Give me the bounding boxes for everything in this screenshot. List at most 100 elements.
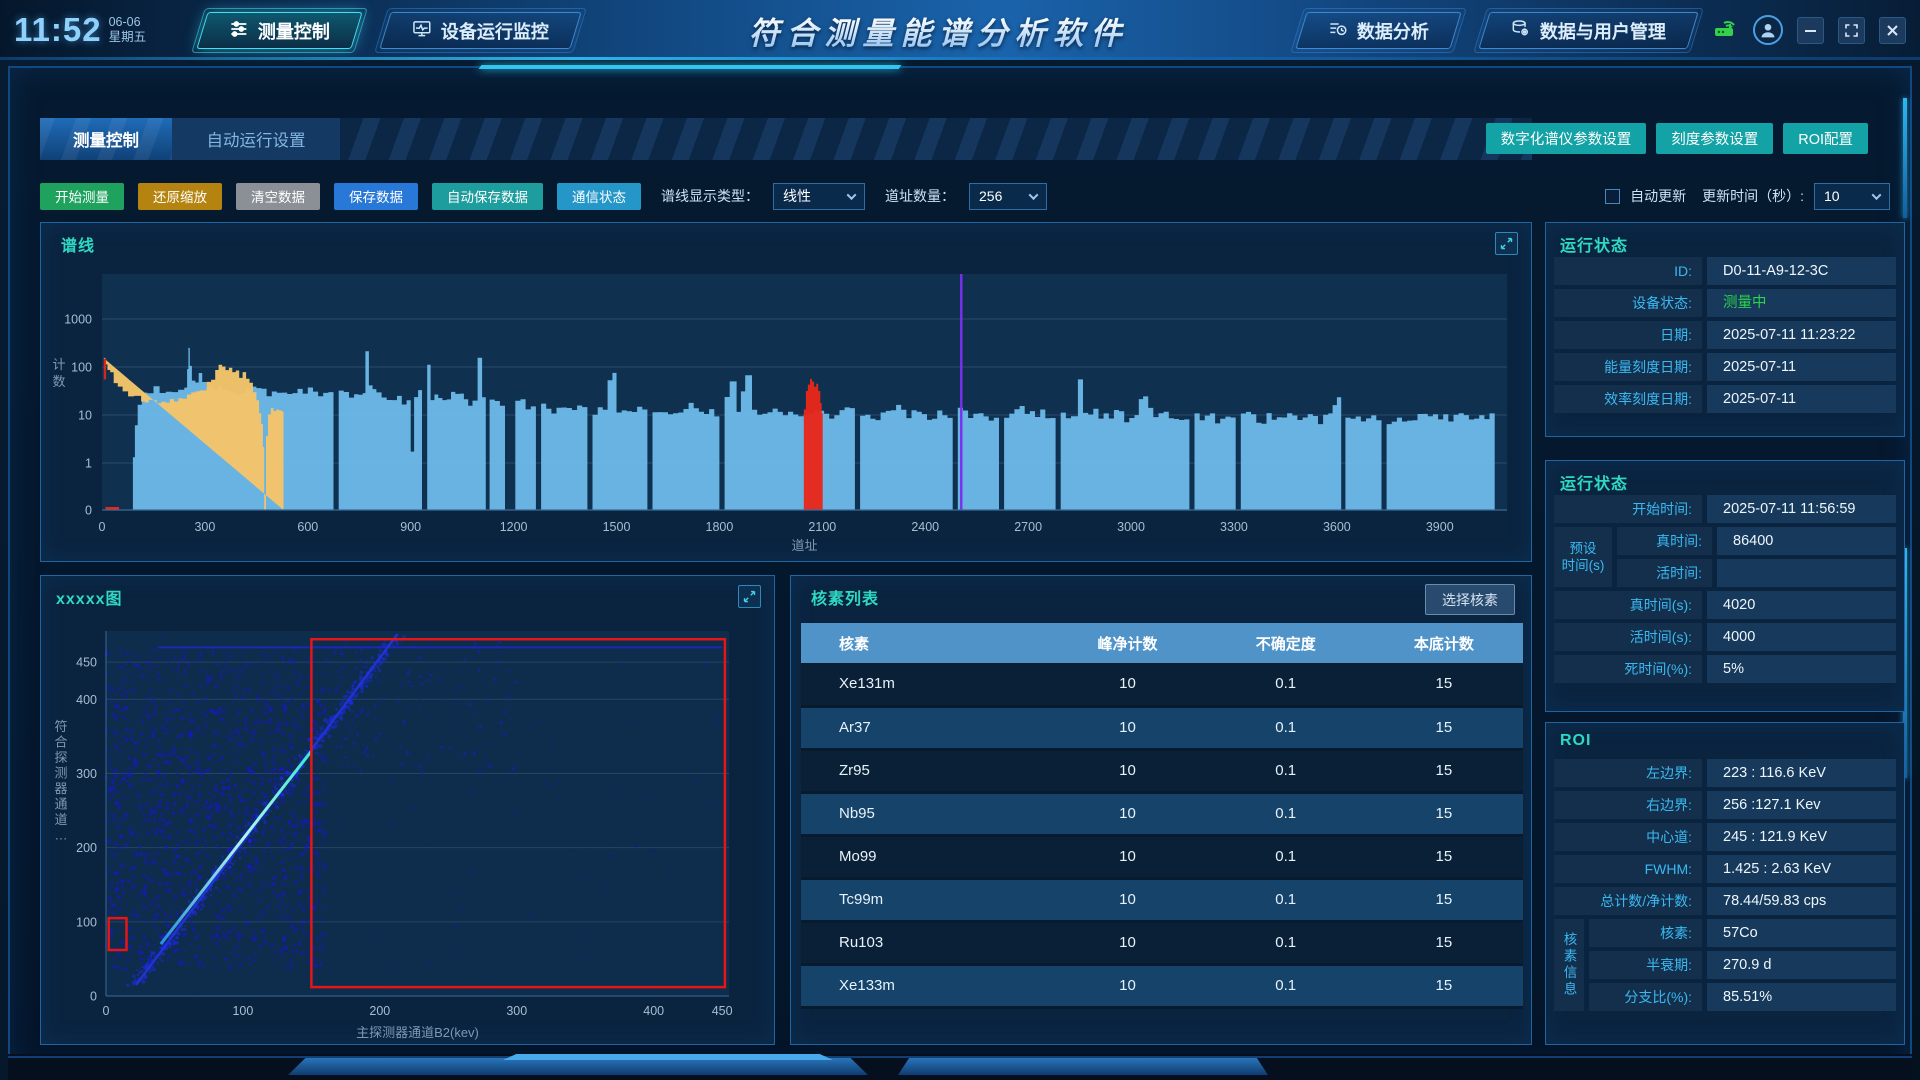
toolbar-button-2[interactable]: 清空数据 [236,183,320,210]
update-interval-select[interactable]: 10 [1814,183,1890,210]
app-title: 符合测量能谱分析软件 [576,8,1301,53]
toolbar-button-3[interactable]: 保存数据 [334,183,418,210]
table-cell: 10 [1048,792,1206,835]
database-user-icon [1511,18,1531,43]
config-button-0[interactable]: 数字化谱仪参数设置 [1486,123,1647,154]
table-cell: 0.1 [1207,749,1365,792]
nav-device-monitor[interactable]: 设备运行监控 [379,12,581,49]
x-tick-label: 0 [99,520,106,534]
nuclide-row-Ar37[interactable]: Ar37100.115 [801,706,1523,749]
nuclide-row-Xe133m[interactable]: Xe133m100.115 [801,964,1523,1007]
toolbar-button-4[interactable]: 自动保存数据 [432,183,543,210]
close-button[interactable] [1879,17,1906,44]
connection-icon[interactable] [1711,14,1739,47]
table-cell: 0.1 [1207,964,1365,1007]
x-tick-label: 3600 [1323,520,1351,534]
nuclide-info-group: 核素信息 核素: 57Co 半衰期: 270.9 d 分支比(%): 85.51… [1554,919,1896,1011]
roi-counts-row: 总计数/净计数: 78.44/59.83 cps [1554,887,1896,915]
y-tick-label: 400 [76,693,97,707]
nav-measure-control[interactable]: 测量控制 [196,12,362,49]
table-cell: Zr95 [801,749,1048,792]
y-tick-label: 100 [71,361,92,375]
row-label: FWHM: [1554,855,1702,883]
table-cell: Xe133m [801,964,1048,1007]
status-row-date: 日期: 2025-07-11 11:23:22 [1554,321,1896,349]
display-type-select[interactable]: 线性 [773,183,865,210]
nav-label: 数据分析 [1357,17,1429,43]
table-cell: 15 [1365,964,1523,1007]
nuclide-row-Mo99[interactable]: Mo99100.115 [801,835,1523,878]
row-label: 活时间(s): [1554,623,1702,651]
tab-measure-control[interactable]: 测量控制 [40,118,172,160]
nuclide-list-title: 核素列表 [811,585,879,609]
table-cell: Xe131m [801,663,1048,706]
row-value: 4020 [1707,591,1896,619]
panel-title: ROI [1560,732,1591,750]
nav-left: 测量控制 设备运行监控 [202,12,576,49]
coincidence-map-panel: xxxxx图 01002003004004500100200300400450主… [40,575,775,1045]
row-label: 真时间: [1617,527,1712,555]
bottom-decoration [8,1054,1912,1080]
row-value: 223 : 116.6 KeV [1707,759,1896,787]
y-tick-label: 100 [76,915,97,929]
nav-data-analysis[interactable]: 数据分析 [1295,12,1461,49]
maximize-button[interactable] [1838,17,1865,44]
y-tick-label: 1 [85,457,92,471]
x-tick-label: 300 [506,1004,527,1018]
left-roi-mark [104,359,106,380]
x-tick-label: 3000 [1117,520,1145,534]
preset-live-time-row: 活时间: [1617,559,1896,587]
nav-data-user-mgmt[interactable]: 数据与用户管理 [1478,12,1698,49]
channel-count-select[interactable]: 256 [969,183,1047,210]
top-bar: 11:52 06-06 星期五 测量控制 [0,0,1920,60]
auto-update-checkbox[interactable] [1605,189,1620,204]
select-nuclide-button[interactable]: 选择核素 [1425,584,1515,615]
row-label: 开始时间: [1554,495,1702,523]
chevron-down-icon [1029,190,1039,200]
table-cell: 10 [1048,749,1206,792]
x-axis-label: 主探测器通道B2(kev) [356,1025,479,1040]
nav-label: 测量控制 [258,17,330,43]
nuclide-list-panel: 核素列表 选择核素 核素峰净计数不确定度本底计数 Xe131m100.115Ar… [790,575,1532,1045]
row-value: 78.44/59.83 cps [1707,887,1896,915]
nuclide-row-Ru103[interactable]: Ru103100.115 [801,921,1523,964]
row-value: D0-11-A9-12-3C [1707,257,1896,285]
user-avatar-icon[interactable] [1753,15,1783,45]
config-button-1[interactable]: 刻度参数设置 [1656,123,1773,154]
y-tick-label: 0 [90,990,97,1004]
row-value: 2025-07-11 11:23:22 [1707,321,1896,349]
row-label: 效率刻度日期: [1554,385,1702,413]
coincidence-map-chart[interactable]: 01002003004004500100200300400450主探测器通道B2… [41,576,774,1044]
table-cell: 10 [1048,921,1206,964]
clock-time: 11:52 [14,11,102,49]
row-label: ID: [1554,257,1702,285]
config-button-2[interactable]: ROI配置 [1783,123,1868,154]
row-value: 270.9 d [1707,951,1896,979]
nuclide-row-Xe131m[interactable]: Xe131m100.115 [801,663,1523,706]
roi-fwhm-row: FWHM: 1.425 : 2.63 KeV [1554,855,1896,883]
update-interval-label: 更新时间（秒）: [1702,186,1804,206]
row-label: 死时间(%): [1554,655,1702,683]
tab-auto-run-settings[interactable]: 自动运行设置 [172,118,340,160]
nuclide-row-Tc99m[interactable]: Tc99m100.115 [801,878,1523,921]
spectrum-chart[interactable]: 1000100101003006009001200150018002100240… [41,223,1531,559]
x-axis-label: 道址 [791,538,817,553]
x-tick-label: 400 [643,1004,664,1018]
toolbar-button-1[interactable]: 还原缩放 [138,183,222,210]
x-tick-label: 1200 [500,520,528,534]
app-window: 11:52 06-06 星期五 测量控制 [0,0,1920,1080]
x-tick-label: 3900 [1426,520,1454,534]
toolbar-button-5[interactable]: 通信状态 [557,183,641,210]
nuclide-row-Zr95[interactable]: Zr95100.115 [801,749,1523,792]
status-row-dead-time: 死时间(%): 5% [1554,655,1896,683]
row-label: 活时间: [1617,559,1712,587]
toolbar-buttons: 开始测量还原缩放清空数据保存数据自动保存数据通信状态 [40,183,641,210]
device-status-value: 测量中 [1707,289,1896,317]
minimize-button[interactable] [1797,17,1824,44]
sliders-icon [229,18,249,43]
row-label: 中心道: [1554,823,1702,851]
row-label: 总计数/净计数: [1554,887,1702,915]
x-tick-label: 900 [400,520,421,534]
toolbar-button-0[interactable]: 开始测量 [40,183,124,210]
nuclide-row-Nb95[interactable]: Nb95100.115 [801,792,1523,835]
